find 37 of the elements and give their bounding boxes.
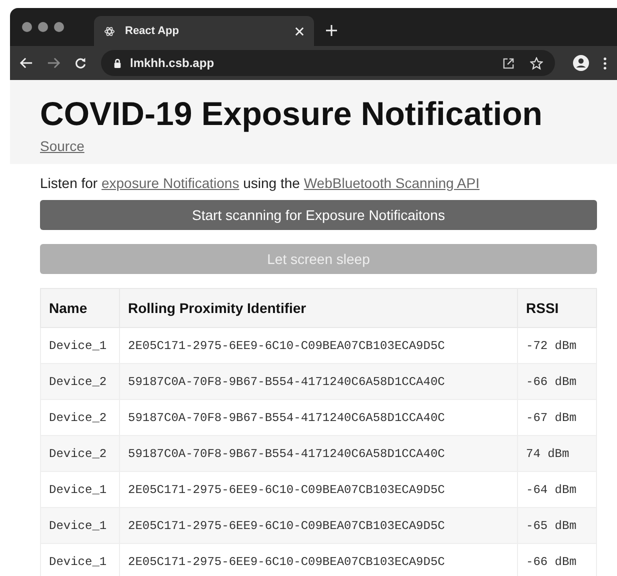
intro-text: Listen for exposure Notifications using the WebBluetooth Scanning API	[40, 174, 480, 193]
table-cell: Device_1	[40, 544, 120, 576]
plus-icon[interactable]	[326, 25, 337, 36]
table-cell: 59187C0A-70F8-9B67-B554-4171240C6A58D1CCA40C	[120, 436, 518, 472]
address-bar[interactable]: lmkhh.csb.app	[101, 50, 555, 76]
window-control-dot[interactable]	[22, 22, 32, 32]
forward-arrow-icon[interactable]	[47, 57, 60, 69]
source-link[interactable]: Source	[40, 138, 84, 154]
page-title: COVID-19 Exposure Notification	[40, 94, 544, 134]
browser-tab[interactable]: React App	[94, 16, 314, 46]
menu-icon[interactable]	[603, 56, 607, 70]
column-header: RSSI	[518, 288, 596, 328]
table-cell: 2E05C171-2975-6EE9-6C10-C09BEA07CB103ECA9D5C	[120, 508, 518, 544]
table-cell: -65 dBm	[518, 508, 596, 544]
window-control-dot[interactable]	[38, 22, 48, 32]
reload-icon[interactable]	[74, 57, 87, 69]
close-icon[interactable]	[295, 26, 304, 36]
table-cell: Device_2	[40, 436, 120, 472]
intro-link[interactable]: WebBluetooth Scanning API	[304, 175, 480, 191]
table-cell: -66 dBm	[518, 364, 596, 400]
table-cell: 59187C0A-70F8-9B67-B554-4171240C6A58D1CCA40C	[120, 364, 518, 400]
lock-icon	[113, 58, 122, 68]
intro-link[interactable]: exposure Notifications	[101, 175, 240, 191]
url-text: lmkhh.csb.app	[130, 56, 214, 70]
back-arrow-icon[interactable]	[20, 57, 33, 69]
table-cell: 74 dBm	[518, 436, 596, 472]
tab-title: React App	[125, 25, 180, 37]
external-link-icon[interactable]	[503, 58, 514, 68]
window-control-dot[interactable]	[54, 22, 64, 32]
star-icon[interactable]	[530, 56, 543, 70]
atom-icon	[104, 26, 115, 36]
start-scanning-button[interactable]: Start scanning for Exposure Notificaitons	[40, 200, 597, 230]
profile-icon[interactable]	[573, 55, 589, 71]
column-header: Name	[40, 288, 120, 328]
table-cell: Device_2	[40, 364, 120, 400]
column-header: Rolling Proximity Identifier	[120, 288, 518, 328]
table-cell: Device_1	[40, 508, 120, 544]
